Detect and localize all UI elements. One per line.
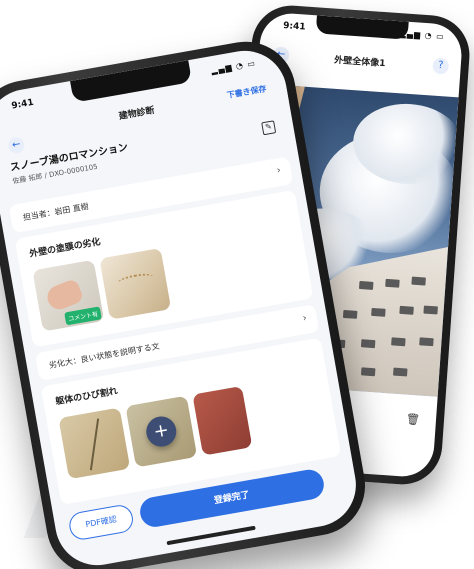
- stain-mark: [116, 271, 155, 288]
- window: [399, 306, 414, 315]
- window: [411, 277, 426, 286]
- comment-badge: コメント有: [64, 306, 102, 326]
- photo-thumbnail[interactable]: [192, 385, 253, 456]
- window: [385, 279, 400, 288]
- window: [371, 308, 386, 317]
- window: [391, 337, 406, 346]
- photo-thumbnail[interactable]: コメント有: [32, 259, 105, 332]
- edit-icon[interactable]: ✎: [261, 120, 277, 136]
- crack-line: [89, 418, 100, 471]
- photo-thumbnail[interactable]: [99, 247, 172, 320]
- chevron-right-icon: ›: [301, 312, 308, 325]
- status-icons: ▂▄▆ ◔ ▭: [210, 58, 257, 76]
- status-time: 9:41: [10, 97, 35, 112]
- window: [361, 367, 376, 376]
- window: [423, 306, 438, 315]
- window: [419, 337, 434, 346]
- status-time: 9:41: [282, 21, 306, 33]
- trash-icon[interactable]: 🗑: [406, 413, 421, 427]
- pdf-button[interactable]: PDF確認: [67, 503, 136, 542]
- section-note: 劣化大：良い状態を説明する文: [48, 341, 161, 370]
- section-title: 外壁の塗膜の劣化: [28, 237, 102, 260]
- chevron-right-icon: ›: [275, 164, 282, 177]
- window: [393, 368, 408, 377]
- window: [361, 339, 376, 348]
- window: [343, 310, 358, 319]
- section-title: 躯体のひび割れ: [54, 386, 119, 408]
- hand-shape: [43, 277, 85, 313]
- notch: [315, 15, 409, 40]
- home-indicator: [166, 525, 256, 546]
- assignee-text: 担当者：岩田 直樹: [22, 201, 90, 223]
- photo-thumbnail[interactable]: [58, 407, 131, 480]
- window: [359, 281, 374, 290]
